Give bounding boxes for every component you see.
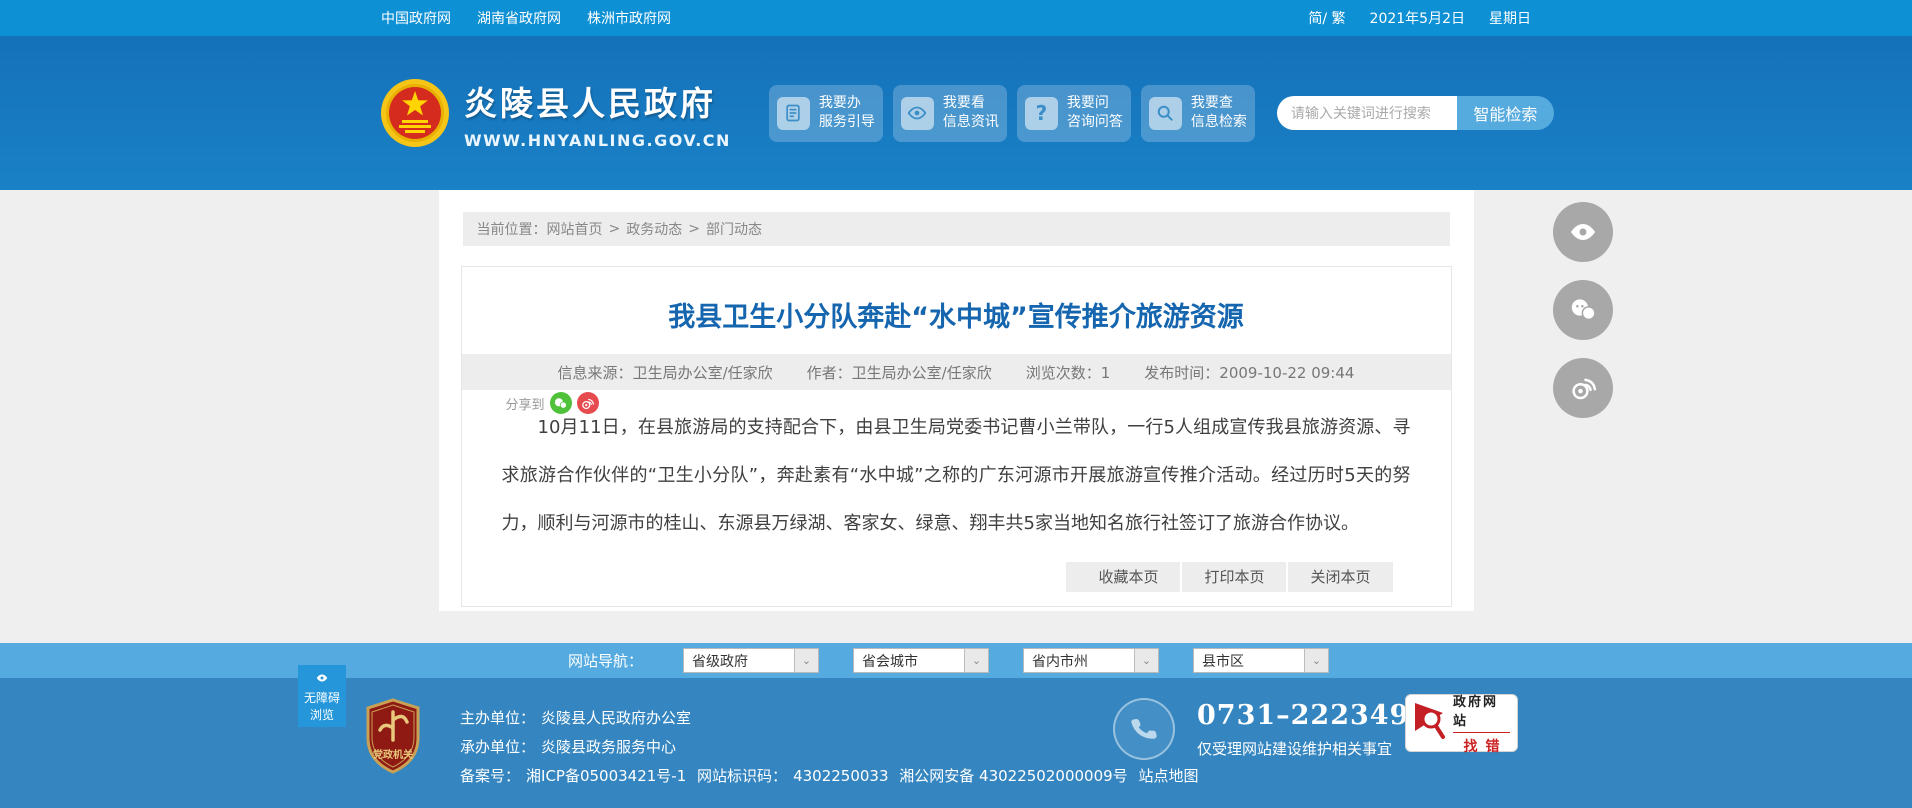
error-badge-subtitle: 找错 — [1463, 738, 1508, 755]
chevron-down-icon: ⌄ — [794, 649, 819, 672]
breadcrumb-govt-news[interactable]: 政务动态 — [626, 219, 682, 239]
meta-views: 浏览次数：1 — [1025, 363, 1111, 382]
quick-button-label: 我要看 — [942, 95, 985, 111]
article-title: 我县卫生小分队奔赴“水中城”宣传推介旅游资源 — [668, 302, 1244, 333]
article-paragraph: 10月11日，在县旅游局的支持配合下，由县卫生局党委书记曹小兰带队，一行5人组成… — [501, 417, 1411, 534]
divider — [1453, 731, 1510, 733]
content-card: 当前位置： 网站首页 > 政务动态 > 部门动态 我县卫生小分队奔赴“水中城”宣… — [438, 190, 1474, 611]
article-actions: 收藏本页 打印本页 关闭本页 — [502, 562, 1411, 592]
quick-button-label: 我要问 — [1066, 95, 1109, 111]
quick-service-buttons: 我要办服务引导 我要看信息资讯 ? 我要问咨询问答 我要查信息检索 — [768, 84, 1255, 142]
host-unit-line: 主办单位： 炎陵县人民政府办公室 — [460, 709, 692, 727]
quick-button-sublabel: 信息检索 — [1190, 114, 1247, 130]
article: 我县卫生小分队奔赴“水中城”宣传推介旅游资源 信息来源：卫生局办公室/任家欣 作… — [460, 266, 1452, 607]
current-weekday: 星期日 — [1489, 11, 1531, 27]
phone-icon — [1113, 698, 1175, 760]
organizer-unit-line: 承办单位： 炎陵县政务服务中心 — [460, 738, 677, 756]
site-code: 4302250033 — [793, 767, 889, 785]
magnifier-flag-icon — [1413, 699, 1447, 747]
error-report-badge[interactable]: 政府网站 找错 — [1405, 694, 1518, 755]
footer-nav-label: 网站导航： — [568, 652, 644, 670]
bookmark-page-button[interactable]: 收藏本页 — [1076, 562, 1181, 592]
meta-source: 信息来源：卫生局办公室/任家欣 — [557, 363, 773, 382]
document-icon — [776, 96, 810, 130]
topbar-link-china-gov[interactable]: 中国政府网 — [381, 8, 451, 28]
accessibility-button[interactable]: 无障碍 浏览 — [298, 665, 346, 727]
weibo-icon[interactable] — [576, 392, 599, 414]
search-box: 智能检索 — [1276, 96, 1554, 130]
select-provincial-gov[interactable]: 省级政府 ⌄ — [683, 648, 820, 673]
wechat-icon[interactable] — [549, 392, 572, 414]
breadcrumb: 当前位置： 网站首页 > 政务动态 > 部门动态 — [462, 212, 1450, 246]
smart-search-button[interactable]: 智能检索 — [1456, 96, 1554, 130]
record-line: 备案号： 湘ICP备05003421号-1 网站标识码： 4302250033 湘公… — [460, 767, 1199, 785]
accessibility-label: 无障碍 — [303, 690, 340, 705]
footer-info: 主办单位： 炎陵县人民政府办公室 承办单位： 炎陵县政务服务中心 备案号： 湘ICP备… — [460, 704, 1198, 791]
search-input[interactable] — [1276, 96, 1457, 130]
main-content: 当前位置： 网站首页 > 政务动态 > 部门动态 我县卫生小分队奔赴“水中城”宣… — [0, 190, 1912, 643]
select-province-cities[interactable]: 省内市州 ⌄ — [1023, 648, 1160, 673]
article-body: 分享到 10月11日，在县旅游局的支持配合下，由县卫生局党委书记曹小兰带队，一行… — [462, 390, 1451, 606]
select-value: 省内市州 — [1032, 653, 1089, 670]
weibo-icon[interactable] — [1553, 358, 1613, 418]
national-emblem-icon[interactable] — [380, 78, 450, 148]
quick-button-sublabel: 服务引导 — [818, 114, 875, 130]
meta-author: 作者：卫生局办公室/任家欣 — [806, 363, 992, 382]
footer: 无障碍 浏览 党政机关 主办单位： 炎陵县人民政府办公室 承办单位： 炎陵县政务服务… — [0, 665, 1912, 808]
select-value: 省级政府 — [692, 653, 749, 670]
chevron-down-icon: ⌄ — [1304, 649, 1329, 672]
share-label: 分享到 — [505, 397, 545, 413]
site-name: 炎陵县人民政府 — [464, 83, 716, 123]
eye-icon — [900, 96, 934, 130]
party-badge-text: 党政机关 — [373, 748, 413, 761]
quick-button-label: 我要办 — [818, 95, 861, 111]
contact-phone-area: 0731–22234995 仅受理网站建设维护相关事宜 — [1113, 698, 1449, 760]
site-header: 炎陵县人民政府 WWW.HNYANLING.GOV.CN 我要办服务引导 我要看… — [0, 36, 1912, 190]
quick-button-sublabel: 咨询问答 — [1066, 114, 1123, 130]
breadcrumb-label: 当前位置： — [476, 222, 547, 238]
breadcrumb-dept-news[interactable]: 部门动态 — [706, 219, 762, 239]
breadcrumb-separator: > — [688, 221, 700, 237]
site-identity[interactable]: 炎陵县人民政府 WWW.HNYANLING.GOV.CN — [464, 77, 731, 150]
select-capital-cities[interactable]: 省会城市 ⌄ — [853, 648, 990, 673]
select-counties[interactable]: 县市区 ⌄ — [1193, 648, 1330, 673]
select-value: 县市区 — [1202, 653, 1245, 670]
meta-publish-time: 发布时间：2009-10-22 09:44 — [1144, 363, 1355, 382]
eye-icon — [313, 670, 331, 689]
article-meta-bar: 信息来源：卫生局办公室/任家欣 作者：卫生局办公室/任家欣 浏览次数：1 发布时… — [461, 354, 1451, 390]
topbar: 中国政府网 湖南省政府网 株洲市政府网 简/ 繁 2021年5月2日 星期日 — [0, 0, 1912, 36]
quick-button-sublabel: 信息资讯 — [942, 114, 999, 130]
breadcrumb-separator: > — [608, 221, 621, 237]
site-url: WWW.HNYANLING.GOV.CN — [464, 130, 731, 150]
magnifier-icon — [1148, 96, 1182, 130]
lang-toggle[interactable]: 简/ 繁 — [1308, 8, 1345, 28]
eye-icon[interactable] — [1553, 202, 1613, 262]
chevron-down-icon: ⌄ — [1134, 649, 1159, 672]
side-toolbar — [1553, 202, 1613, 418]
sitemap-link[interactable]: 站点地图 — [1138, 767, 1198, 785]
topbar-link-hunan-gov[interactable]: 湖南省政府网 — [477, 8, 561, 28]
print-page-button[interactable]: 打印本页 — [1180, 562, 1287, 592]
select-value: 省会城市 — [862, 653, 919, 670]
share-widget: 分享到 — [506, 392, 599, 414]
footer-nav-bar: 网站导航： 省级政府 ⌄ 省会城市 ⌄ 省内市州 ⌄ 县市区 ⌄ — [0, 643, 1912, 678]
close-page-button[interactable]: 关闭本页 — [1286, 562, 1393, 592]
accessibility-label: 浏览 — [309, 707, 334, 722]
breadcrumb-home[interactable]: 网站首页 — [547, 219, 603, 239]
party-gov-badge[interactable]: 党政机关 — [364, 698, 422, 778]
icp-number: 湘ICP备05003421号-1 — [526, 767, 687, 785]
quick-button-qa[interactable]: ? 我要问咨询问答 — [1016, 84, 1131, 142]
current-date: 2021年5月2日 — [1369, 11, 1465, 27]
question-icon: ? — [1024, 96, 1058, 130]
security-record: 湘公网安备 43022502000009号 — [899, 767, 1128, 785]
wechat-icon[interactable] — [1553, 280, 1613, 340]
quick-button-service-guide[interactable]: 我要办 服务引导 — [768, 84, 883, 142]
quick-button-news[interactable]: 我要看 信息资讯 — [892, 84, 1007, 142]
topbar-link-zhuzhou-gov[interactable]: 株洲市政府网 — [587, 8, 671, 28]
quick-button-search-info[interactable]: 我要查 信息检索 — [1140, 84, 1255, 142]
error-badge-title: 政府网站 — [1453, 694, 1499, 729]
chevron-down-icon: ⌄ — [964, 649, 989, 672]
topbar-gov-links: 中国政府网 湖南省政府网 株洲市政府网 — [381, 8, 671, 28]
quick-button-label: 我要查 — [1190, 95, 1233, 111]
